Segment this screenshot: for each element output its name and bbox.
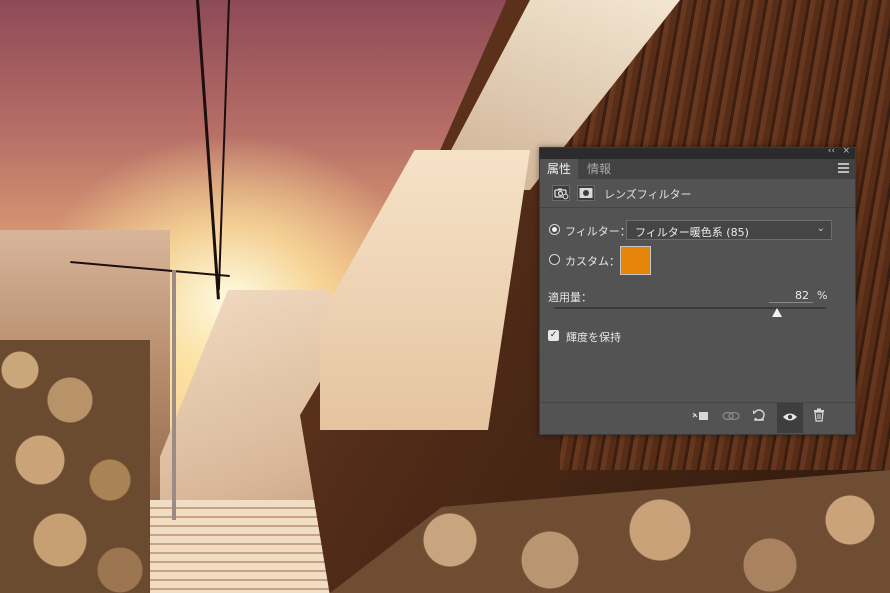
panel-tab-bar: 属性 情報: [540, 159, 855, 179]
close-panel-button[interactable]: ×: [842, 146, 850, 156]
filter-selected-value: フィルター暖色系 (85): [635, 226, 749, 239]
visibility-eye-icon[interactable]: [777, 403, 803, 433]
density-unit: %: [817, 289, 828, 302]
camera-filter-icon[interactable]: [552, 185, 570, 201]
mask-icon[interactable]: [577, 185, 595, 201]
tab-properties[interactable]: 属性: [540, 159, 579, 179]
clip-to-layer-icon[interactable]: [688, 403, 714, 433]
density-label: 適用量：: [548, 291, 592, 304]
filter-dropdown[interactable]: フィルター暖色系 (85) ⌄: [626, 220, 832, 240]
chevron-down-icon: ⌄: [816, 223, 825, 234]
preserve-luminosity-label: 輝度を保持: [566, 331, 621, 344]
filter-label: フィルター：: [565, 225, 631, 238]
properties-panel: ‹‹ × 属性 情報 レンズフィルター フィルター： フィルター暖色系 (85): [539, 146, 856, 435]
density-slider-track[interactable]: [554, 307, 826, 309]
panel-footer: [540, 402, 855, 434]
collapse-panel-button[interactable]: ‹‹: [828, 146, 835, 156]
filter-radio[interactable]: [549, 224, 560, 235]
custom-radio[interactable]: [549, 254, 560, 265]
view-previous-state-icon[interactable]: [718, 403, 744, 433]
custom-color-swatch[interactable]: [620, 246, 651, 275]
utility-pole: [172, 270, 176, 520]
adjustment-title: レンズフィルター: [604, 188, 692, 201]
density-input[interactable]: 82: [769, 289, 813, 303]
tab-info[interactable]: 情報: [580, 159, 618, 179]
reset-icon[interactable]: [746, 403, 772, 433]
trash-icon[interactable]: [806, 403, 832, 433]
panel-titlebar: ‹‹ ×: [540, 146, 855, 159]
density-slider-thumb[interactable]: [772, 308, 783, 317]
preserve-luminosity-checkbox[interactable]: ✓: [548, 330, 559, 341]
hamburger-menu-icon[interactable]: [838, 163, 849, 173]
adjustment-header: レンズフィルター: [540, 179, 855, 208]
stone-stairs: [150, 500, 340, 593]
left-stone-wall: [0, 340, 150, 593]
custom-label: カスタム：: [565, 255, 620, 268]
